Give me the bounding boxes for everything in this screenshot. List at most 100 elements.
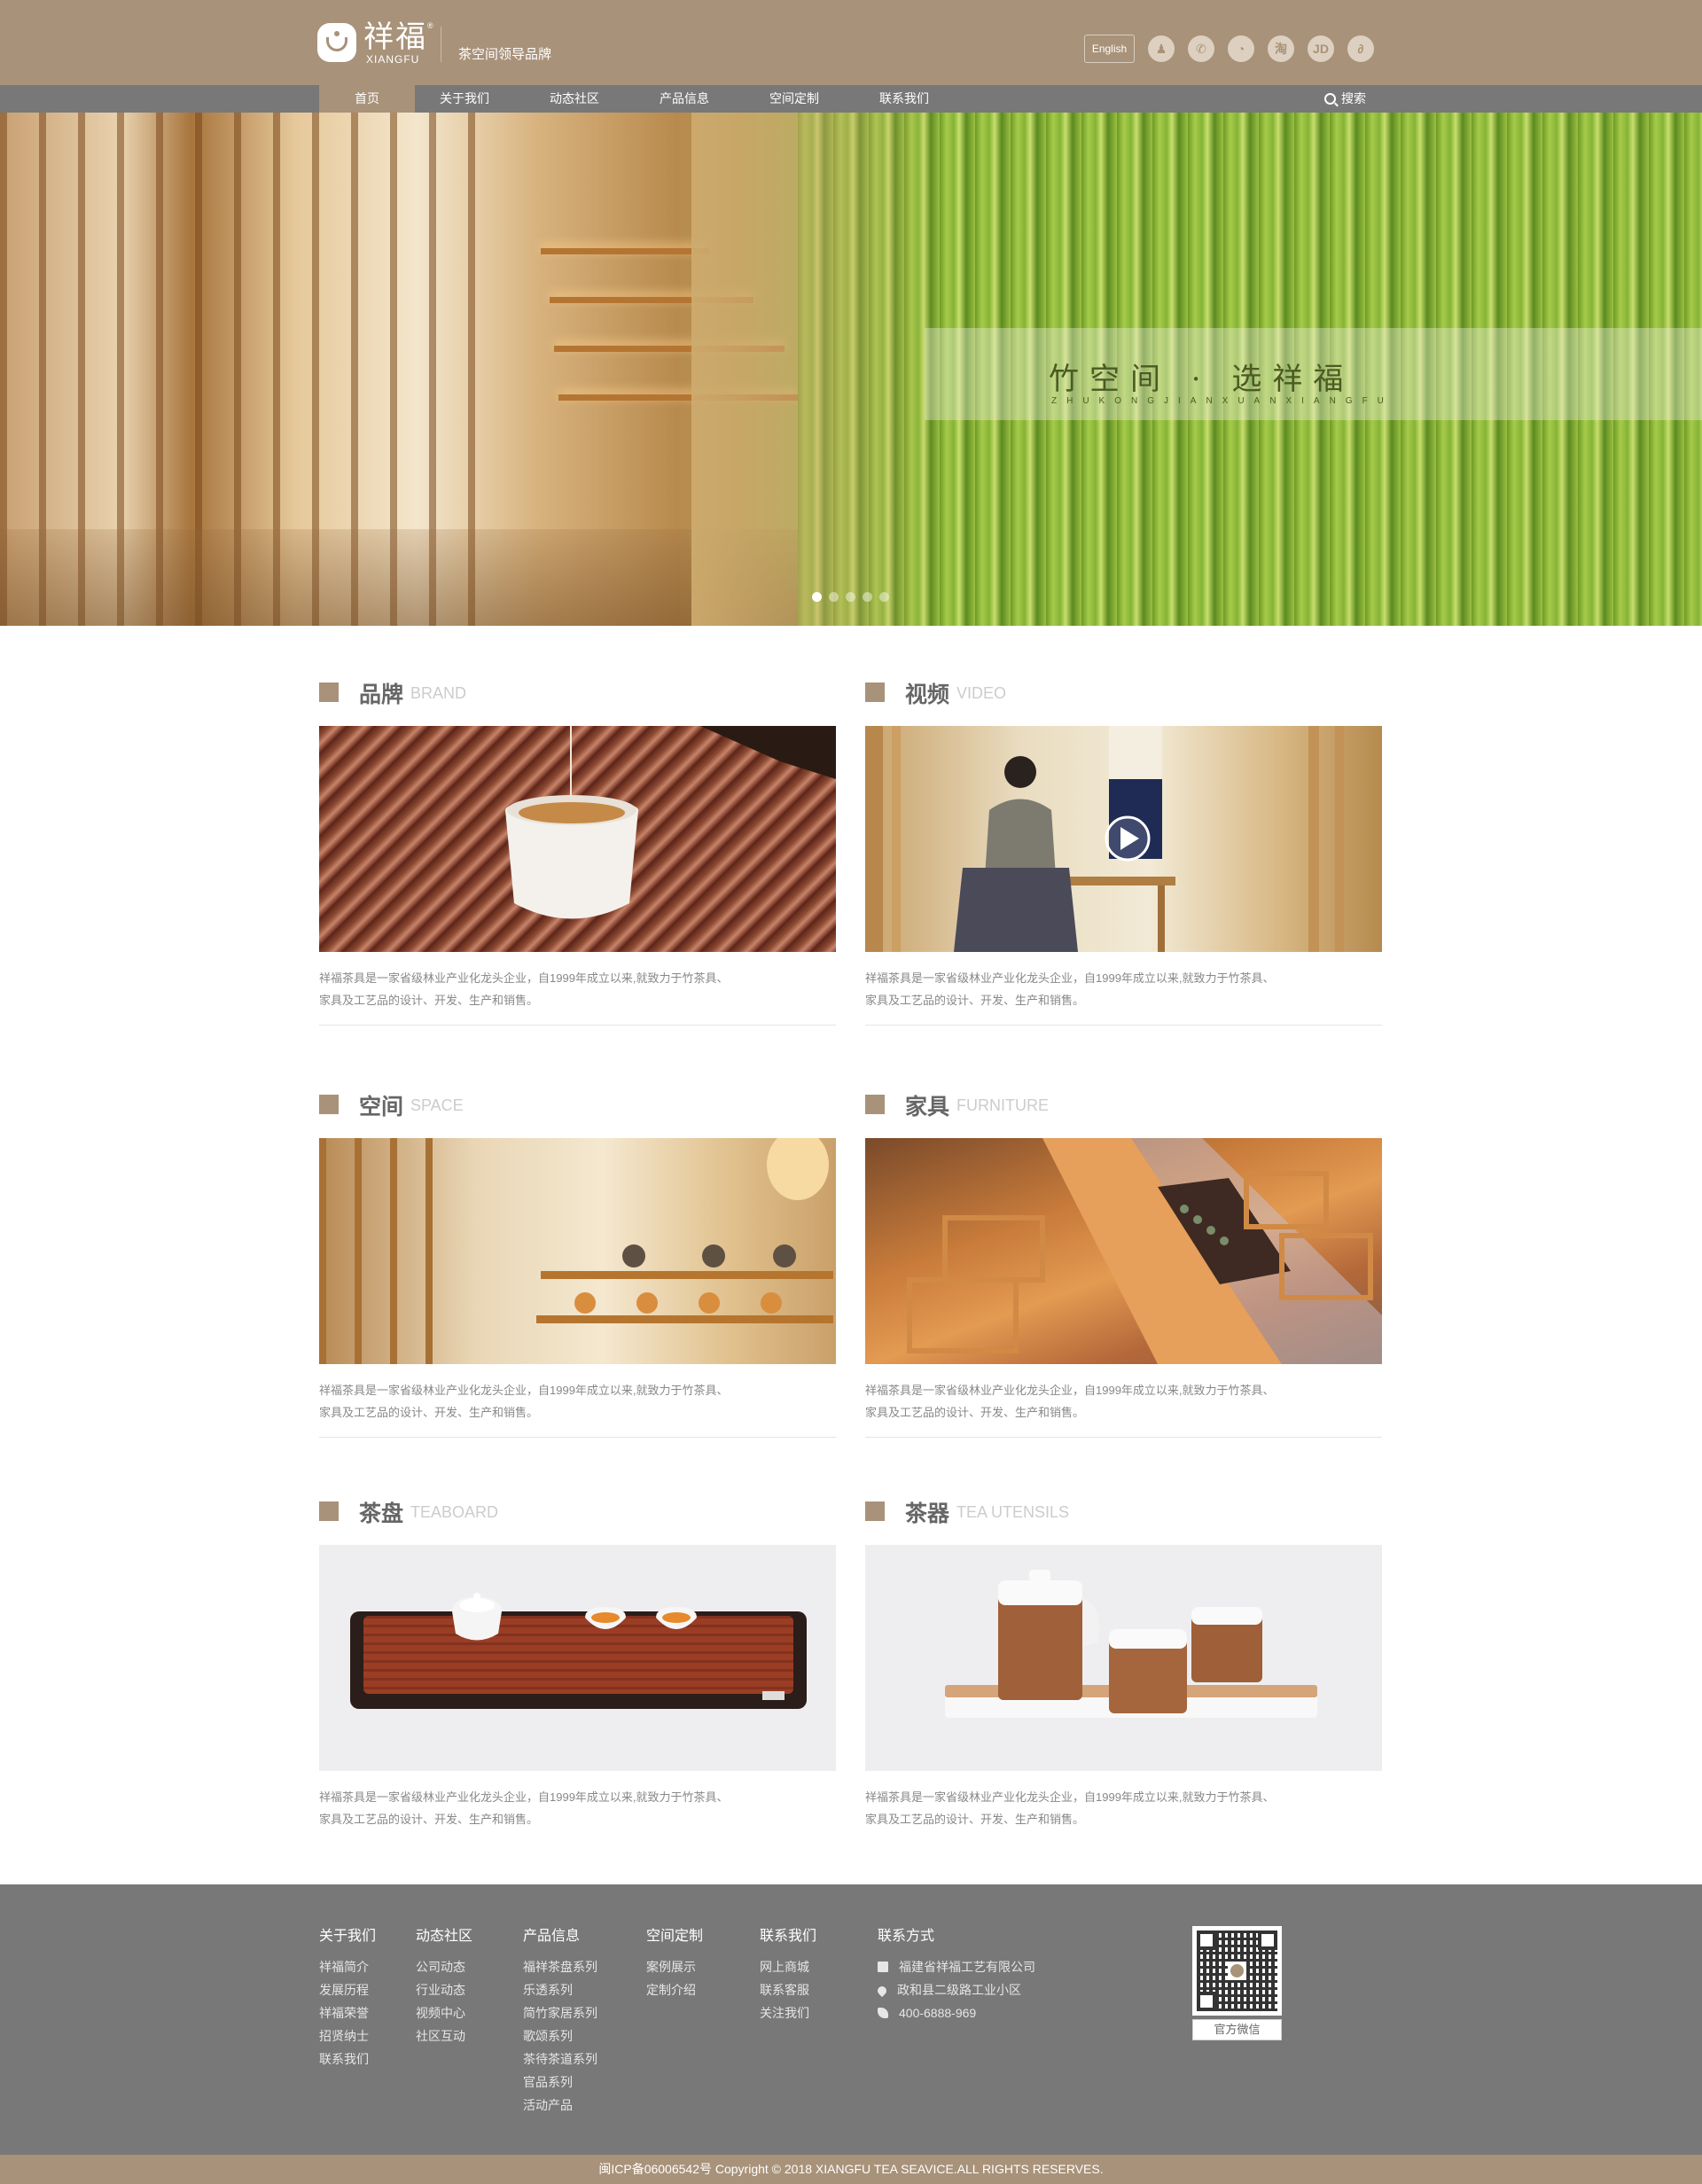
carousel-dot[interactable] — [863, 592, 872, 602]
logo[interactable]: 祥福 ® XIANGFU — [317, 20, 433, 66]
footer-column-products: 产品信息 福祥茶盘系列 乐透系列 简竹家居系列 歌颂系列 茶待茶道系列 官品系列… — [523, 1923, 597, 2117]
section-square-icon — [319, 1095, 339, 1114]
nav-item-contact[interactable]: 联系我们 — [863, 85, 945, 113]
footer-link[interactable]: 公司动态 — [416, 1955, 472, 1978]
qq-icon[interactable]: ♟ — [1148, 35, 1175, 62]
section-title: 空间 — [359, 1095, 404, 1119]
footer-column-community: 动态社区 公司动态 行业动态 视频中心 社区互动 — [416, 1923, 472, 2048]
carousel-dots — [812, 590, 896, 606]
video-thumbnail[interactable] — [865, 726, 1382, 952]
nav-item-about[interactable]: 关于我们 — [424, 85, 505, 113]
footer-link[interactable]: 官品系列 — [523, 2071, 597, 2094]
section-title: 茶器 — [905, 1502, 950, 1526]
location-pin-icon — [875, 1984, 889, 1998]
description-line: 家具及工艺品的设计、开发、生产和销售。 — [865, 1406, 1085, 1419]
footer-link[interactable]: 案例展示 — [646, 1955, 703, 1978]
description-line: 家具及工艺品的设计、开发、生产和销售。 — [319, 1406, 539, 1419]
nav-item-community[interactable]: 动态社区 — [534, 85, 615, 113]
footer-link[interactable]: 关注我们 — [760, 2001, 816, 2024]
footer-column-title[interactable]: 关于我们 — [319, 1923, 376, 1945]
description-line: 家具及工艺品的设计、开发、生产和销售。 — [865, 1813, 1085, 1826]
carousel-dot[interactable] — [879, 592, 889, 602]
english-language-button[interactable]: English — [1084, 35, 1135, 63]
footer-link[interactable]: 活动产品 — [523, 2094, 597, 2117]
footer-link[interactable]: 视频中心 — [416, 2001, 472, 2024]
hero-title: 竹空间 · 选祥福 — [1049, 362, 1355, 397]
footer-link[interactable]: 联系我们 — [319, 2048, 376, 2071]
footer-link[interactable]: 行业动态 — [416, 1978, 472, 2001]
nav-item-custom-space[interactable]: 空间定制 — [753, 85, 835, 113]
link-icon[interactable]: ∂ — [1347, 35, 1374, 62]
weibo-icon[interactable]: ◔ — [1228, 35, 1254, 62]
footer-link[interactable]: 简竹家居系列 — [523, 2001, 597, 2024]
address-text: 政和县二级路工业小区 — [897, 1983, 1021, 1997]
section-divider — [319, 1437, 836, 1438]
footer-link[interactable]: 社区互动 — [416, 2024, 472, 2048]
section-title: 视频 — [905, 682, 950, 707]
logo-english-name: XIANGFU — [366, 53, 420, 66]
carousel-dot[interactable] — [829, 592, 839, 602]
section-square-icon — [865, 1095, 885, 1114]
phone-number: 400-6888-969 — [899, 2006, 977, 2020]
footer-column-title[interactable]: 联系我们 — [760, 1923, 816, 1945]
tea-utensils-product-image[interactable] — [865, 1545, 1382, 1771]
hero-subtitle: ZHUKONGJIANXUANXIANGFU — [1051, 396, 1394, 406]
footer-column-title[interactable]: 动态社区 — [416, 1923, 472, 1945]
section-description: 祥福茶具是一家省级林业产业化龙头企业，自1999年成立以来,就致力于竹茶具、 家… — [865, 1379, 1382, 1424]
footer-column-title[interactable]: 空间定制 — [646, 1923, 703, 1945]
carousel-dot[interactable] — [846, 592, 855, 602]
footer-link[interactable]: 网上商城 — [760, 1955, 816, 1978]
phone-icon — [878, 2008, 888, 2018]
brand-tea-cup-image[interactable] — [319, 726, 836, 952]
description-line: 祥福茶具是一家省级林业产业化龙头企业，自1999年成立以来,就致力于竹茶具、 — [319, 1384, 729, 1397]
main-nav: 首页 关于我们 动态社区 产品信息 空间定制 联系我们 搜索 — [0, 85, 1702, 113]
furniture-table-image[interactable] — [865, 1138, 1382, 1364]
section-divider — [865, 1437, 1382, 1438]
footer-link[interactable]: 祥福简介 — [319, 1955, 376, 1978]
hero-floor — [0, 529, 798, 626]
company-name: 福建省祥福工艺有限公司 — [899, 1960, 1035, 1974]
slogan: 茶空间领导品牌 — [458, 47, 552, 62]
footer-link[interactable]: 定制介绍 — [646, 1978, 703, 2001]
section-description: 祥福茶具是一家省级林业产业化龙头企业，自1999年成立以来,就致力于竹茶具、 家… — [865, 967, 1382, 1011]
space-tea-shelf-image[interactable] — [319, 1138, 836, 1364]
wechat-icon[interactable]: ✆ — [1188, 35, 1214, 62]
nav-item-products[interactable]: 产品信息 — [644, 85, 725, 113]
section-square-icon — [319, 682, 339, 702]
official-wechat-button[interactable]: 官方微信 — [1192, 2019, 1282, 2040]
footer-link[interactable]: 歌颂系列 — [523, 2024, 597, 2048]
footer-column-title[interactable]: 产品信息 — [523, 1923, 597, 1945]
footer-column-about: 关于我们 祥福简介 发展历程 祥福荣誉 招贤纳士 联系我们 — [319, 1923, 376, 2071]
description-line: 祥福茶具是一家省级林业产业化龙头企业，自1999年成立以来,就致力于竹茶具、 — [865, 1790, 1275, 1804]
footer-link[interactable]: 乐透系列 — [523, 1978, 597, 2001]
footer-link[interactable]: 福祥茶盘系列 — [523, 1955, 597, 1978]
section-title-en: TEA UTENSILS — [956, 1503, 1070, 1521]
section-divider — [319, 1025, 836, 1026]
jd-icon[interactable]: JD — [1308, 35, 1334, 62]
section-title-en: VIDEO — [956, 684, 1007, 702]
description-line: 家具及工艺品的设计、开发、生产和销售。 — [865, 994, 1085, 1007]
footer-link[interactable]: 招贤纳士 — [319, 2024, 376, 2048]
description-line: 祥福茶具是一家省级林业产业化龙头企业，自1999年成立以来,就致力于竹茶具、 — [319, 1790, 729, 1804]
footer-link[interactable]: 联系客服 — [760, 1978, 816, 2001]
footer-link[interactable]: 祥福荣誉 — [319, 2001, 376, 2024]
carousel-dot[interactable] — [812, 592, 822, 602]
section-divider — [865, 1025, 1382, 1026]
footer-link[interactable]: 发展历程 — [319, 1978, 376, 2001]
section-description: 祥福茶具是一家省级林业产业化龙头企业，自1999年成立以来,就致力于竹茶具、 家… — [865, 1786, 1382, 1830]
section-description: 祥福茶具是一家省级林业产业化龙头企业，自1999年成立以来,就致力于竹茶具、 家… — [319, 1786, 836, 1830]
footer-link[interactable]: 茶待茶道系列 — [523, 2048, 597, 2071]
section-title: 家具 — [905, 1095, 950, 1119]
footer-column-custom-space: 空间定制 案例展示 定制介绍 — [646, 1923, 703, 2001]
section-title-en: BRAND — [410, 684, 467, 702]
taobao-icon[interactable]: 淘 — [1268, 35, 1294, 62]
description-line: 祥福茶具是一家省级林业产业化龙头企业，自1999年成立以来,就致力于竹茶具、 — [865, 1384, 1275, 1397]
teaboard-product-image[interactable] — [319, 1545, 836, 1771]
section-description: 祥福茶具是一家省级林业产业化龙头企业，自1999年成立以来,就致力于竹茶具、 家… — [319, 1379, 836, 1424]
contact-address: 政和县二级路工业小区 — [875, 1978, 1035, 2001]
nav-item-home[interactable]: 首页 — [319, 85, 415, 113]
search-button[interactable]: 搜索 — [1324, 85, 1366, 113]
hero-blend — [691, 113, 940, 626]
section-title-en: TEABOARD — [410, 1503, 499, 1521]
hero-banner[interactable]: 竹空间 · 选祥福 ZHUKONGJIANXUANXIANGFU — [0, 113, 1702, 626]
